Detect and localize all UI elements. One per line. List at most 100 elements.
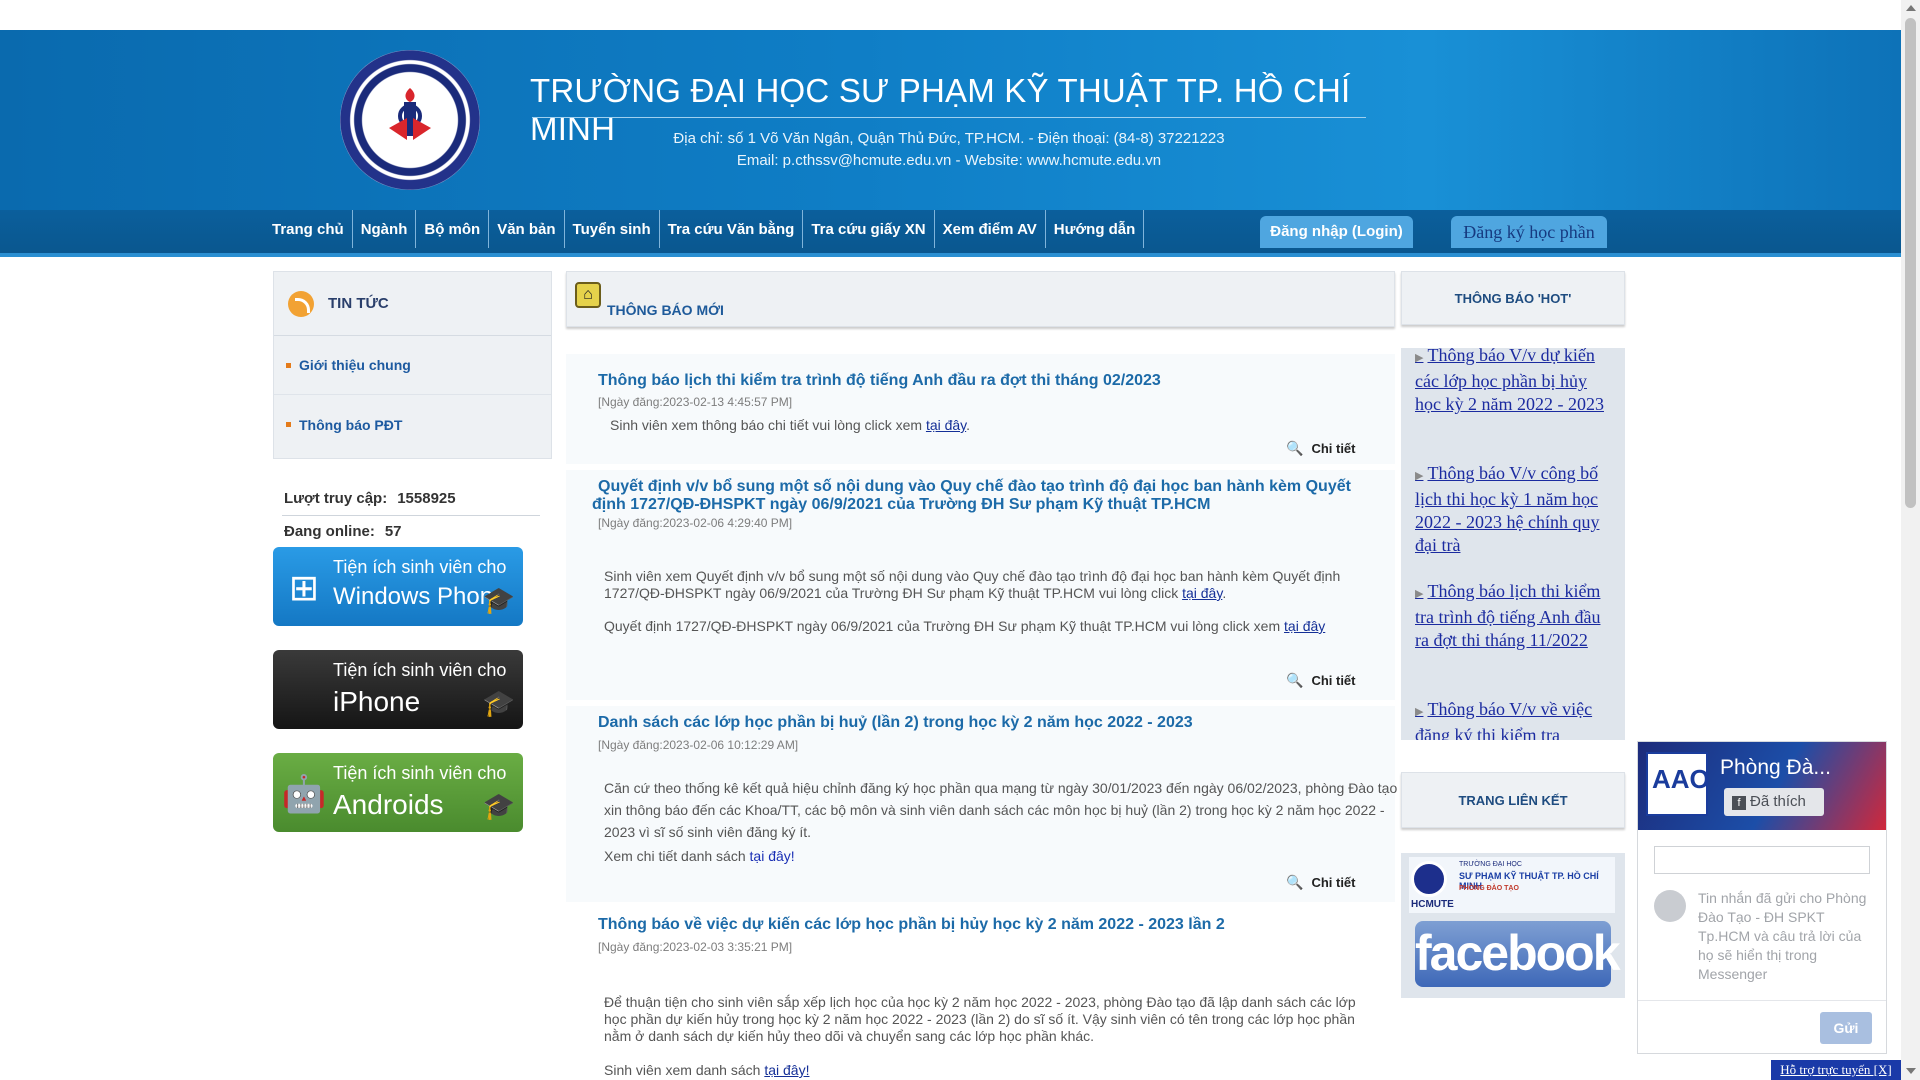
news-title[interactable]: Thông báo lịch thi kiểm tra trình độ tiế…	[598, 372, 1161, 390]
app-platform: Windows Phone	[333, 583, 507, 610]
online-support-bar[interactable]: Hỗ trợ trực tuyến [X]	[1771, 1060, 1901, 1080]
main-navbar: Trang chủ Ngành Bộ môn Văn bản Tuyển sin…	[0, 210, 1901, 257]
messenger-widget: AAO Phòng Đà... f Đã thích Tin nhắn đã gử…	[1637, 741, 1887, 1054]
news-date: [Ngày đăng:2023-02-06 10:12:29 AM]	[598, 738, 799, 752]
news-link[interactable]: tại đây	[1182, 585, 1222, 601]
announcements-header: ⌂ THÔNG BÁO MỚI	[566, 271, 1395, 327]
graduation-cap-icon: 🎓	[482, 688, 515, 718]
app-platform: iPhone	[333, 686, 421, 717]
links-panel: HCMUTE TRƯỜNG ĐẠI HỌC SƯ PHẠM KỸ THUẬT T…	[1401, 853, 1625, 998]
online-counter: Đang online: 57	[284, 523, 402, 540]
facebook-link[interactable]: facebook	[1415, 921, 1621, 987]
menu-item-documents[interactable]: Văn bản	[489, 210, 565, 248]
page-scrollbar[interactable]	[1901, 0, 1920, 1080]
logo-line-1: TRƯỜNG ĐẠI HỌC	[1459, 861, 1522, 868]
course-registration-button[interactable]: Đăng ký học phần	[1451, 216, 1607, 248]
login-button[interactable]: Đăng nhập (Login)	[1260, 216, 1413, 248]
bullet-icon	[286, 422, 291, 427]
menu-item-admissions[interactable]: Tuyển sinh	[565, 210, 660, 248]
app-caption: Tiện ích sinh viên cho	[333, 660, 507, 680]
sidebar-item-introduction[interactable]: Giới thiệu chung	[274, 336, 551, 395]
main-menu: Trang chủ Ngành Bộ môn Văn bản Tuyển sin…	[264, 210, 1145, 248]
windows-icon: ⊞	[288, 567, 320, 608]
scroll-down-icon[interactable]	[1906, 1068, 1916, 1074]
page-avatar-text: AAO	[1652, 764, 1710, 794]
scroll-up-icon[interactable]	[1906, 5, 1916, 11]
menu-item-home[interactable]: Trang chủ	[264, 210, 353, 248]
hot-announcements-header: THÔNG BÁO 'HOT'	[1401, 271, 1625, 325]
visit-counter: Lượt truy cập: 1558925	[284, 490, 456, 507]
site-header: TRƯỜNG ĐẠI HỌC SƯ PHẠM KỸ THUẬT TP. HỒ C…	[0, 30, 1901, 210]
sidebar-item-label: Giới thiệu chung	[299, 357, 411, 373]
triangle-icon: ▶	[1415, 588, 1424, 600]
windows-phone-app-button[interactable]: ⊞ Tiện ích sinh viên cho Windows Phone 🎓	[273, 547, 523, 626]
message-input[interactable]	[1654, 846, 1870, 874]
android-app-button[interactable]: 🤖 Tiện ích sinh viên cho Androids 🎓	[273, 753, 523, 832]
android-icon: 🤖	[281, 773, 327, 814]
app-caption: Tiện ích sinh viên cho	[333, 763, 507, 783]
title-divider	[532, 117, 1366, 118]
news-date: [Ngày đăng:2023-02-06 4:29:40 PM]	[598, 516, 793, 530]
news-link[interactable]: tại đây	[1284, 618, 1325, 634]
hot-item-label: Thông báo V/v dự kiến các lớp học phần b…	[1415, 348, 1604, 414]
university-seal-icon	[1411, 861, 1447, 897]
news-link[interactable]: tại đây	[926, 417, 966, 433]
news-body-text: Sinh viên xem danh sách	[604, 1062, 761, 1078]
scroll-thumb[interactable]	[1905, 18, 1916, 508]
menu-item-majors[interactable]: Ngành	[353, 210, 417, 248]
news-link[interactable]: tại đây!	[764, 1062, 809, 1078]
triangle-icon: ▶	[1415, 706, 1424, 718]
home-icon: ⌂	[575, 282, 601, 308]
divider	[1638, 1000, 1886, 1001]
messenger-icon	[1654, 890, 1686, 922]
hcmute-label: HCMUTE	[1411, 899, 1454, 910]
news-body: Quyết định 1727/QĐ-ĐHSPKT ngày 06/9/2021…	[604, 618, 1364, 635]
menu-item-guide[interactable]: Hướng dẫn	[1046, 210, 1145, 248]
news-body: Căn cứ theo thống kê kết quả hiệu chỉnh …	[604, 780, 1398, 840]
hot-item[interactable]: ▶ Thông báo V/v dự kiến các lớp học phần …	[1415, 348, 1613, 416]
news-item: Danh sách các lớp học phần bị huỷ (lần 2…	[566, 706, 1397, 902]
training-office-link[interactable]: HCMUTE TRƯỜNG ĐẠI HỌC SƯ PHẠM KỸ THUẬT T…	[1409, 857, 1615, 913]
news-link[interactable]: tại đây!	[750, 848, 795, 864]
graduation-cap-icon: 🎓	[482, 585, 515, 615]
menu-item-departments[interactable]: Bộ môn	[416, 210, 490, 248]
visit-counter-value: 1558925	[397, 490, 456, 507]
triangle-icon: ▶	[1415, 470, 1424, 482]
news-body-text: Sinh viên xem Quyết định v/v bổ sung một…	[604, 568, 1341, 601]
news-body: Sinh viên xem Quyết định v/v bổ sung một…	[604, 568, 1341, 601]
detail-label: Chi tiết	[1311, 673, 1356, 688]
menu-item-diploma-lookup[interactable]: Tra cứu Văn bằng	[660, 210, 804, 248]
hot-item[interactable]: ▶ Thông báo V/v về việc đăng ký thi kiểm …	[1415, 698, 1613, 740]
news-item: Thông báo lịch thi kiểm tra trình độ tiế…	[566, 354, 1395, 464]
menu-item-certificate-lookup[interactable]: Tra cứu giấy XN	[803, 210, 935, 248]
news-title[interactable]: Danh sách các lớp học phần bị huỷ (lần 2…	[598, 714, 1193, 732]
apple-icon	[281, 668, 327, 714]
page-name[interactable]: Phòng Đà...	[1720, 756, 1831, 780]
news-title[interactable]: Quyết định v/v bổ sung một số nội dung v…	[598, 478, 1351, 496]
hot-item[interactable]: ▶ Thông báo lịch thi kiểm tra trình độ ti…	[1415, 580, 1613, 652]
hot-announcements-list[interactable]: ▶ Thông báo V/v dự kiến các lớp học phần …	[1401, 348, 1625, 740]
news-body: Sinh viên xem thông báo chi tiết vui lòn…	[610, 417, 971, 433]
hot-item[interactable]: ▶ Thông báo V/v công bố lịch thi học kỳ 1…	[1415, 462, 1613, 557]
detail-link[interactable]: 🔍 Chi tiết	[1286, 440, 1356, 457]
news-title[interactable]: Thông báo về việc dự kiến các lớp học ph…	[598, 916, 1225, 934]
sidebar-item-announcements[interactable]: Thông báo PĐT	[274, 395, 551, 454]
detail-link[interactable]: 🔍 Chi tiết	[1286, 672, 1356, 689]
liked-button[interactable]: f Đã thích	[1724, 788, 1824, 816]
page-avatar: AAO	[1646, 752, 1710, 816]
news-body: Sinh viên xem danh sách tại đây!	[604, 1062, 1364, 1079]
detail-link[interactable]: 🔍 Chi tiết	[1286, 874, 1356, 891]
messenger-info: Tin nhắn đã gửi cho Phòng Đào Tạo - ĐH S…	[1698, 890, 1867, 982]
magnifier-icon: 🔍	[1286, 440, 1304, 456]
facebook-icon: f	[1732, 796, 1746, 810]
menu-item-english-scores[interactable]: Xem điểm AV	[935, 210, 1046, 248]
news-body: Để thuận tiện cho sinh viên sắp xếp lịch…	[604, 994, 1356, 1044]
news-body-text: Sinh viên xem thông báo chi tiết vui lòn…	[610, 417, 923, 433]
news-title-continued[interactable]: định 1727/QĐ-ĐHSPKT ngày 06/9/2021 của T…	[592, 496, 1210, 514]
announcements-title: THÔNG BÁO MỚI	[607, 302, 724, 318]
hot-item-label: Thông báo V/v công bố lịch thi học kỳ 1 …	[1415, 463, 1600, 555]
news-date: [Ngày đăng:2023-02-03 3:35:21 PM]	[598, 940, 793, 954]
magnifier-icon: 🔍	[1286, 672, 1304, 688]
send-button[interactable]: Gửi	[1820, 1012, 1872, 1044]
iphone-app-button[interactable]: Tiện ích sinh viên cho iPhone 🎓	[273, 650, 523, 729]
